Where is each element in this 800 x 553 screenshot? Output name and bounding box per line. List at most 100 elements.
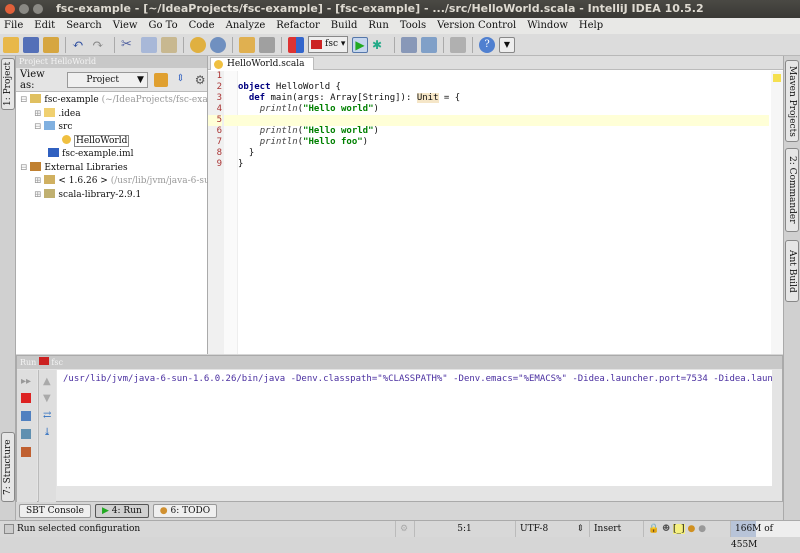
tree-item[interactable]: ⊞ < 1.6.26 > (/usr/lib/jvm/java-6-sun [16, 175, 216, 189]
dump-threads-icon[interactable] [21, 429, 31, 439]
console-output[interactable]: /usr/lib/jvm/java-6-sun-1.6.0.26/bin/jav… [57, 370, 772, 486]
tab-structure[interactable]: 7: Structure [1, 432, 15, 502]
view-as-select[interactable]: Project ▼ [67, 71, 148, 88]
scroll-from-source-icon[interactable] [153, 72, 168, 87]
sdk-icon[interactable] [421, 36, 437, 53]
tab-maven-projects[interactable]: Maven Projects [785, 60, 799, 142]
up-icon[interactable]: ▲ [43, 376, 52, 387]
rerun-icon[interactable]: ▸▸ [21, 376, 33, 387]
toggle-tool-windows-icon[interactable] [4, 524, 14, 534]
tab-run[interactable]: ▶ 4: Run [95, 504, 149, 518]
menu-file[interactable]: File [4, 18, 23, 34]
menu-build[interactable]: Build [331, 18, 358, 34]
tab-commander[interactable]: 2: Commander [785, 148, 799, 232]
status-message: Run selected configuration [17, 524, 141, 534]
menu-refactor[interactable]: Refactor [276, 18, 320, 34]
fold-gutter[interactable] [224, 71, 238, 354]
editor-tabs: HelloWorld.scala × [208, 56, 783, 81]
event-log-icon[interactable]: ● [687, 524, 695, 534]
tab-helloworld-scala[interactable]: HelloWorld.scala × [210, 57, 314, 81]
stop-icon[interactable] [21, 393, 31, 403]
minimize-window-icon[interactable] [19, 4, 29, 14]
tree-item-selected[interactable]: HelloWorld [16, 134, 207, 149]
status-icons: 🔒 ☻ [_] ● ● [643, 521, 728, 537]
terminal-icon[interactable]: [_] [673, 524, 685, 534]
down-icon[interactable]: ▼ [43, 393, 52, 404]
bottom-tool-tabs: SBT Console ▶ 4: Run ● 6: TODO [16, 502, 783, 520]
menu-code[interactable]: Code [189, 18, 215, 34]
save-icon[interactable] [23, 36, 39, 53]
collapse-all-icon[interactable]: ⇕ [174, 73, 188, 87]
project-view-bar: View as: Project ▼ ⇕ ⚙ [16, 68, 207, 92]
exit-icon[interactable] [21, 447, 31, 457]
caret-position[interactable]: 5:1 [414, 521, 510, 537]
tab-ant-build[interactable]: Ant Build [785, 240, 799, 302]
menu-edit[interactable]: Edit [34, 18, 55, 34]
title-bar: fsc-example - [~/IdeaProjects/fsc-exampl… [0, 0, 800, 18]
copy-icon[interactable] [141, 36, 157, 53]
redo-icon[interactable]: ↷ [92, 37, 108, 53]
forward-icon[interactable] [259, 36, 275, 53]
pause-icon[interactable] [21, 411, 31, 421]
lock-icon[interactable]: 🔒 [648, 524, 659, 534]
tree-item[interactable]: ⊟ External Libraries [16, 161, 207, 176]
right-tool-strip: Maven Projects 2: Commander Ant Build [783, 56, 800, 520]
menu-goto[interactable]: Go To [148, 18, 177, 34]
project-panel-header: Project HelloWorld [16, 56, 207, 68]
maximize-window-icon[interactable] [33, 4, 43, 14]
sync-icon[interactable] [43, 36, 59, 53]
cut-icon[interactable]: ✂ [121, 37, 137, 53]
back-icon[interactable] [239, 36, 255, 53]
open-icon[interactable] [3, 36, 19, 53]
project-structure-icon[interactable] [288, 36, 304, 53]
toolbar: ↶ ↷ ✂ fsc ▾ ▶ ✱ ? ▼ [0, 34, 800, 56]
encoding-select[interactable]: UTF-8 ⇕ [515, 521, 587, 537]
tab-sbt-console[interactable]: SBT Console [19, 504, 91, 518]
window-title: fsc-example - [~/IdeaProjects/fsc-exampl… [56, 2, 704, 15]
run-button[interactable]: ▶ [352, 36, 368, 53]
tree-item[interactable]: ⊟ fsc-example (~/IdeaProjects/fsc-exampl… [16, 94, 230, 108]
tree-item[interactable]: ⊞ .idea [16, 107, 207, 122]
tree-item[interactable]: ⊟ src [16, 121, 207, 135]
gear-icon[interactable]: ⚙ [193, 73, 207, 87]
tree-item[interactable]: fsc-example.iml [16, 148, 207, 162]
inspector-icon[interactable]: ☻ [662, 524, 670, 534]
run-panel: Run fsc ▸▸ ▲ ▼ ⇄ ⤓ /usr/lib/jvm/java-6-s… [16, 355, 783, 502]
scroll-to-end-icon[interactable]: ⤓ [43, 427, 52, 438]
menu-vcs[interactable]: Version Control [437, 18, 516, 34]
menu-bar: File Edit Search View Go To Code Analyze… [0, 18, 800, 34]
find-usages-icon[interactable] [210, 36, 226, 53]
tab-todo[interactable]: ● 6: TODO [152, 504, 218, 518]
soft-wrap-icon[interactable]: ⇄ [43, 410, 52, 421]
insert-mode[interactable]: Insert [589, 521, 639, 537]
find-icon[interactable] [190, 36, 206, 53]
menu-run[interactable]: Run [368, 18, 388, 34]
paste-icon[interactable] [161, 36, 177, 53]
menu-tools[interactable]: Tools [400, 18, 426, 34]
editor-scrollbar[interactable] [771, 71, 783, 354]
structure-icon[interactable] [450, 36, 466, 53]
memory-indicator[interactable]: 166M of 455M [730, 521, 800, 550]
editor: HelloWorld.scala × 123456789 object Hell… [208, 56, 783, 354]
menu-search[interactable]: Search [66, 18, 102, 34]
undo-icon[interactable]: ↶ [72, 37, 88, 53]
todo-icon: ● [159, 506, 171, 516]
code-area[interactable]: object HelloWorld { def main(args: Array… [224, 71, 769, 170]
debug-button[interactable]: ✱ [372, 37, 388, 53]
tab-project[interactable]: 1: Project [1, 58, 15, 110]
menu-window[interactable]: Window [527, 18, 568, 34]
menu-help[interactable]: Help [579, 18, 603, 34]
project-panel: Project HelloWorld View as: Project ▼ ⇕ ⚙… [16, 56, 230, 354]
settings-icon[interactable] [401, 36, 417, 53]
run-toolbar: ▸▸ [17, 370, 37, 502]
run-config-select[interactable]: fsc ▾ [308, 36, 348, 53]
tree-item[interactable]: ⊞ scala-library-2.9.1 [16, 188, 207, 203]
gear-icon[interactable]: ⚙ [395, 521, 414, 537]
close-window-icon[interactable] [5, 4, 15, 14]
help-icon[interactable]: ? [479, 36, 495, 53]
more-dropdown[interactable]: ▼ [499, 36, 515, 53]
menu-view[interactable]: View [113, 18, 138, 34]
menu-analyze[interactable]: Analyze [226, 18, 266, 34]
status-bar: Run selected configuration ⚙ 5:1 UTF-8 ⇕ … [0, 520, 800, 550]
run-toolbar-secondary: ▲ ▼ ⇄ ⤓ [38, 370, 56, 502]
